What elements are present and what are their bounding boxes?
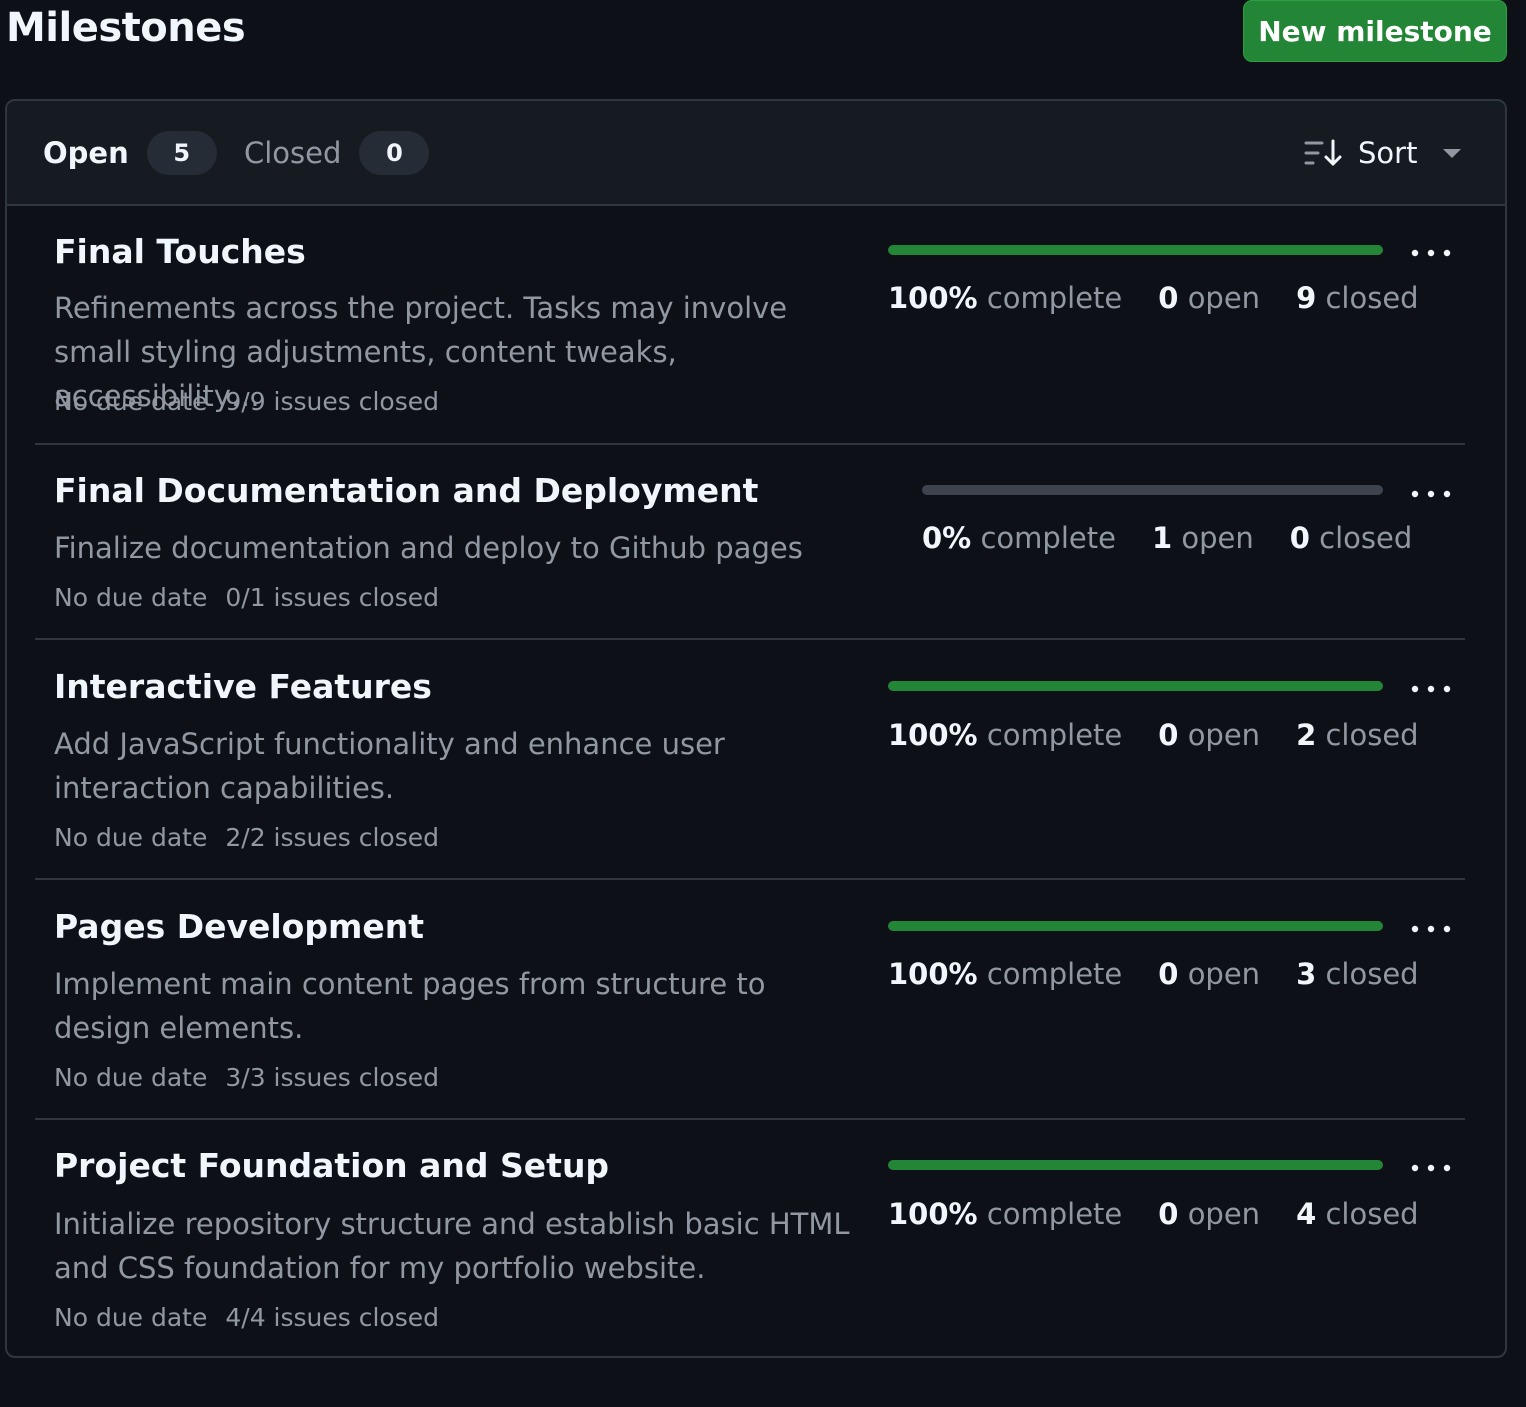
milestone-title[interactable]: Interactive Features (54, 665, 432, 709)
percent-complete: 0% complete (922, 521, 1116, 555)
closed-counter: 0 (359, 131, 430, 175)
milestone-item: Pages Development Implement main content… (35, 878, 1465, 1120)
kebab-horizontal-icon[interactable] (1405, 238, 1455, 268)
open-count[interactable]: 1 open (1152, 518, 1254, 558)
issues-closed: 0/1 issues closed (225, 583, 439, 612)
kebab-horizontal-icon[interactable] (1405, 914, 1455, 944)
milestone-stats: 100% complete 0 open 2 closed (888, 715, 1419, 755)
page-header: Milestones New milestone (0, 0, 1526, 70)
sort-button[interactable]: Sort (1304, 131, 1463, 175)
milestone-title[interactable]: Final Documentation and Deployment (54, 469, 758, 513)
new-milestone-button[interactable]: New milestone (1243, 0, 1507, 62)
percent-complete: 100% complete (888, 1197, 1123, 1231)
open-count[interactable]: 0 open (1158, 715, 1260, 755)
milestone-description: Add JavaScript functionality and enhance… (54, 727, 725, 805)
milestone-meta: No due date 9/9 issues closed (54, 385, 439, 419)
tab-open[interactable]: Open 5 (43, 131, 217, 175)
triangle-down-icon (1443, 149, 1462, 158)
milestone-meta: No due date 4/4 issues closed (54, 1301, 439, 1335)
open-count[interactable]: 0 open (1158, 954, 1260, 994)
progress-fill (888, 681, 1383, 691)
progress-fill (888, 245, 1383, 255)
open-count[interactable]: 0 open (1158, 278, 1260, 318)
milestone-meta: No due date 0/1 issues closed (54, 581, 439, 615)
progress-bar (888, 245, 1383, 255)
closed-count[interactable]: 0 closed (1290, 518, 1413, 558)
milestone-stats: 100% complete 0 open 4 closed (888, 1194, 1419, 1234)
due-date: No due date (54, 387, 208, 416)
milestone-item: Project Foundation and Setup Initialize … (35, 1118, 1465, 1354)
list-header: Open 5 Closed 0 Sort (7, 101, 1505, 206)
milestone-title[interactable]: Project Foundation and Setup (54, 1144, 609, 1188)
percent-complete: 100% complete (888, 718, 1123, 752)
due-date: No due date (54, 1063, 208, 1092)
milestone-meta: No due date 3/3 issues closed (54, 1061, 439, 1095)
progress-fill (888, 1160, 1383, 1170)
milestone-stats: 0% complete 1 open 0 closed (922, 518, 1412, 558)
milestone-description: Initialize repository structure and esta… (54, 1207, 850, 1285)
milestone-stats: 100% complete 0 open 3 closed (888, 954, 1419, 994)
issues-closed: 9/9 issues closed (225, 387, 439, 416)
tab-open-label: Open (43, 136, 129, 170)
open-counter: 5 (146, 131, 217, 175)
progress-bar (888, 921, 1383, 931)
milestone-stats: 100% complete 0 open 9 closed (888, 278, 1419, 318)
closed-count[interactable]: 4 closed (1296, 1194, 1419, 1234)
percent-complete: 100% complete (888, 957, 1123, 991)
closed-count[interactable]: 9 closed (1296, 278, 1419, 318)
due-date: No due date (54, 1303, 208, 1332)
kebab-horizontal-icon[interactable] (1405, 674, 1455, 704)
milestone-description: Finalize documentation and deploy to Git… (54, 531, 803, 565)
percent-complete: 100% complete (888, 281, 1123, 315)
sort-label: Sort (1358, 136, 1418, 170)
sort-desc-icon (1304, 139, 1342, 166)
progress-bar (888, 1160, 1383, 1170)
milestone-title[interactable]: Final Touches (54, 230, 306, 274)
due-date: No due date (54, 823, 208, 852)
milestone-item: Final Touches Refinements across the pro… (35, 205, 1465, 444)
milestone-item: Final Documentation and Deployment Final… (35, 443, 1465, 640)
milestone-description: Implement main content pages from struct… (54, 967, 766, 1045)
progress-bar (922, 485, 1383, 495)
issues-closed: 3/3 issues closed (225, 1063, 439, 1092)
issues-closed: 2/2 issues closed (225, 823, 439, 852)
milestone-meta: No due date 2/2 issues closed (54, 821, 439, 855)
issues-closed: 4/4 issues closed (225, 1303, 439, 1332)
due-date: No due date (54, 583, 208, 612)
milestone-title[interactable]: Pages Development (54, 905, 424, 949)
closed-count[interactable]: 2 closed (1296, 715, 1419, 755)
kebab-horizontal-icon[interactable] (1405, 479, 1455, 509)
kebab-horizontal-icon[interactable] (1405, 1153, 1455, 1183)
progress-fill (888, 921, 1383, 931)
tab-closed[interactable]: Closed 0 (244, 131, 430, 175)
progress-bar (888, 681, 1383, 691)
page-title: Milestones (6, 5, 246, 51)
closed-count[interactable]: 3 closed (1296, 954, 1419, 994)
tab-closed-label: Closed (244, 136, 342, 170)
milestone-item: Interactive Features Add JavaScript func… (35, 638, 1465, 880)
open-count[interactable]: 0 open (1158, 1194, 1260, 1234)
